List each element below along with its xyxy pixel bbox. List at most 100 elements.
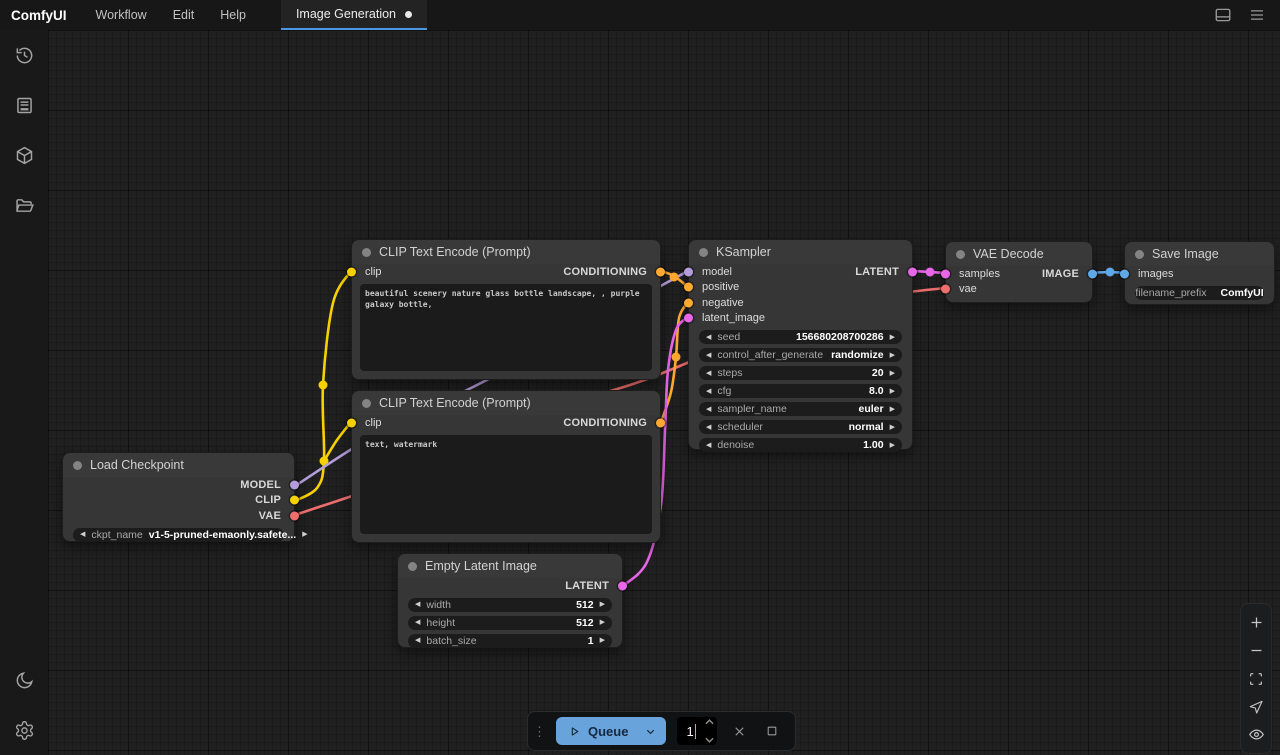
node-collapse-dot[interactable] bbox=[362, 399, 371, 408]
input-port-images[interactable] bbox=[1120, 269, 1129, 278]
widget-arrow-left-icon[interactable]: ◀ bbox=[706, 352, 711, 359]
queue-options-caret[interactable] bbox=[638, 717, 666, 745]
widget-steps[interactable]: ◀steps20▶ bbox=[699, 366, 902, 380]
output-port-MODEL[interactable] bbox=[290, 480, 299, 489]
input-port-samples[interactable] bbox=[941, 269, 950, 278]
node-collapse-dot[interactable] bbox=[408, 562, 417, 571]
queue-button[interactable]: Queue bbox=[556, 717, 638, 745]
menu-help[interactable]: Help bbox=[207, 0, 259, 30]
zoom-out-icon[interactable] bbox=[1242, 637, 1270, 664]
widget-seed[interactable]: ◀seed156680208700286▶ bbox=[699, 330, 902, 344]
node-collapse-dot[interactable] bbox=[1135, 250, 1144, 259]
input-port-latent_image[interactable] bbox=[684, 314, 693, 323]
node-collapse-dot[interactable] bbox=[699, 248, 708, 257]
model-library-icon[interactable] bbox=[0, 130, 48, 180]
widget-arrow-left-icon[interactable]: ◀ bbox=[415, 619, 420, 626]
input-port-clip[interactable] bbox=[347, 267, 356, 276]
node-load-checkpoint[interactable]: Load CheckpointMODELCLIPVAE◀ckpt_namev1-… bbox=[62, 452, 295, 542]
input-port-positive[interactable] bbox=[684, 283, 693, 292]
node-library-icon[interactable] bbox=[0, 80, 48, 130]
widget-filename_prefix[interactable]: filename_prefixComfyUI bbox=[1135, 286, 1264, 300]
widget-ckpt_name[interactable]: ◀ckpt_namev1-5-pruned-emaonly.safete...▶ bbox=[73, 528, 284, 542]
widget-arrow-right-icon[interactable]: ▶ bbox=[890, 424, 895, 431]
queue-split-button[interactable]: Queue bbox=[556, 717, 666, 745]
output-port-LATENT[interactable] bbox=[618, 581, 627, 590]
toggle-link-visibility-eye-icon[interactable] bbox=[1242, 721, 1270, 748]
tab-image-generation[interactable]: Image Generation bbox=[281, 0, 427, 30]
clear-queue-x-icon[interactable] bbox=[728, 720, 750, 742]
widget-arrow-left-icon[interactable]: ◀ bbox=[706, 370, 711, 377]
node-save-image[interactable]: Save Imageimagesfilename_prefixComfyUI bbox=[1124, 241, 1275, 305]
output-port-CLIP[interactable] bbox=[290, 496, 299, 505]
widget-arrow-left-icon[interactable]: ◀ bbox=[706, 424, 711, 431]
widget-cfg[interactable]: ◀cfg8.0▶ bbox=[699, 384, 902, 398]
output-port-VAE[interactable] bbox=[290, 511, 299, 520]
spinner-down-icon[interactable] bbox=[705, 737, 714, 743]
widget-arrow-right-icon[interactable]: ▶ bbox=[890, 406, 895, 413]
output-port-CONDITIONING[interactable] bbox=[656, 418, 665, 427]
batch-count-input[interactable]: 1 bbox=[677, 717, 717, 745]
menu-workflow[interactable]: Workflow bbox=[83, 0, 160, 30]
drag-handle-icon[interactable]: ⋮ bbox=[533, 725, 545, 738]
widget-arrow-right-icon[interactable]: ▶ bbox=[600, 637, 605, 644]
widget-arrow-right-icon[interactable]: ▶ bbox=[890, 388, 895, 395]
input-port-clip[interactable] bbox=[347, 418, 356, 427]
settings-gear-icon[interactable] bbox=[0, 705, 48, 755]
bottom-panel-icon[interactable] bbox=[1210, 2, 1236, 28]
widget-arrow-right-icon[interactable]: ▶ bbox=[890, 352, 895, 359]
widget-width[interactable]: ◀width512▶ bbox=[408, 598, 612, 612]
widget-arrow-left-icon[interactable]: ◀ bbox=[415, 601, 420, 608]
widget-arrow-right-icon[interactable]: ▶ bbox=[890, 442, 895, 449]
widget-arrow-right-icon[interactable]: ▶ bbox=[890, 334, 895, 341]
widget-control_after_generate[interactable]: ◀control_after_generaterandomize▶ bbox=[699, 348, 902, 362]
node-clip-text-encode-negative[interactable]: CLIP Text Encode (Prompt)clipCONDITIONIN… bbox=[351, 390, 661, 543]
input-port-model[interactable] bbox=[684, 267, 693, 276]
widget-arrow-left-icon[interactable]: ◀ bbox=[706, 334, 711, 341]
input-port-negative[interactable] bbox=[684, 298, 693, 307]
node-title-label: CLIP Text Encode (Prompt) bbox=[379, 245, 531, 259]
widget-arrow-left-icon[interactable]: ◀ bbox=[80, 531, 85, 538]
node-collapse-dot[interactable] bbox=[73, 461, 82, 470]
text-caret bbox=[695, 724, 696, 739]
widget-batch_size[interactable]: ◀batch_size1▶ bbox=[408, 634, 612, 648]
workflow-history-icon[interactable] bbox=[0, 30, 48, 80]
widget-value: 512 bbox=[576, 599, 594, 611]
stop-square-icon[interactable] bbox=[761, 720, 783, 742]
widget-height[interactable]: ◀height512▶ bbox=[408, 616, 612, 630]
node-title: VAE Decode bbox=[946, 242, 1092, 266]
output-port-LATENT[interactable] bbox=[908, 267, 917, 276]
input-port-vae[interactable] bbox=[941, 285, 950, 294]
node-title-label: VAE Decode bbox=[973, 247, 1044, 261]
output-port-CONDITIONING[interactable] bbox=[656, 267, 665, 276]
fit-view-icon[interactable] bbox=[1242, 665, 1270, 692]
widget-arrow-right-icon[interactable]: ▶ bbox=[302, 531, 307, 538]
widget-arrow-right-icon[interactable]: ▶ bbox=[600, 601, 605, 608]
widget-scheduler[interactable]: ◀schedulernormal▶ bbox=[699, 420, 902, 434]
spinner-up-icon[interactable] bbox=[705, 719, 714, 725]
output-port-IMAGE[interactable] bbox=[1088, 269, 1097, 278]
prompt-textarea[interactable]: text, watermark bbox=[360, 435, 652, 535]
node-vae-decode[interactable]: VAE DecodesamplesIMAGEvae bbox=[945, 241, 1093, 303]
theme-toggle-moon-icon[interactable] bbox=[0, 655, 48, 705]
widget-arrow-left-icon[interactable]: ◀ bbox=[706, 442, 711, 449]
node-collapse-dot[interactable] bbox=[362, 248, 371, 257]
widget-arrow-left-icon[interactable]: ◀ bbox=[706, 388, 711, 395]
workflows-folder-icon[interactable] bbox=[0, 180, 48, 230]
node-title-label: Load Checkpoint bbox=[90, 458, 184, 472]
node-collapse-dot[interactable] bbox=[956, 250, 965, 259]
pointer-navigate-icon[interactable] bbox=[1242, 693, 1270, 720]
menu-edit[interactable]: Edit bbox=[160, 0, 208, 30]
widget-arrow-right-icon[interactable]: ▶ bbox=[600, 619, 605, 626]
widget-arrow-left-icon[interactable]: ◀ bbox=[415, 637, 420, 644]
zoom-in-icon[interactable] bbox=[1242, 609, 1270, 636]
widget-arrow-right-icon[interactable]: ▶ bbox=[890, 370, 895, 377]
widget-arrow-left-icon[interactable]: ◀ bbox=[706, 406, 711, 413]
node-empty-latent-image[interactable]: Empty Latent ImageLATENT◀width512▶◀heigh… bbox=[397, 553, 623, 648]
widget-denoise[interactable]: ◀denoise1.00▶ bbox=[699, 438, 902, 452]
prompt-textarea[interactable]: beautiful scenery nature glass bottle la… bbox=[360, 284, 652, 372]
node-clip-text-encode-positive[interactable]: CLIP Text Encode (Prompt)clipCONDITIONIN… bbox=[351, 239, 661, 380]
node-ksampler[interactable]: KSamplermodelLATENTpositivenegativelaten… bbox=[688, 239, 913, 450]
widget-sampler_name[interactable]: ◀sampler_nameeuler▶ bbox=[699, 402, 902, 416]
batch-count-spinners[interactable] bbox=[705, 719, 714, 743]
menu-icon[interactable] bbox=[1244, 2, 1270, 28]
